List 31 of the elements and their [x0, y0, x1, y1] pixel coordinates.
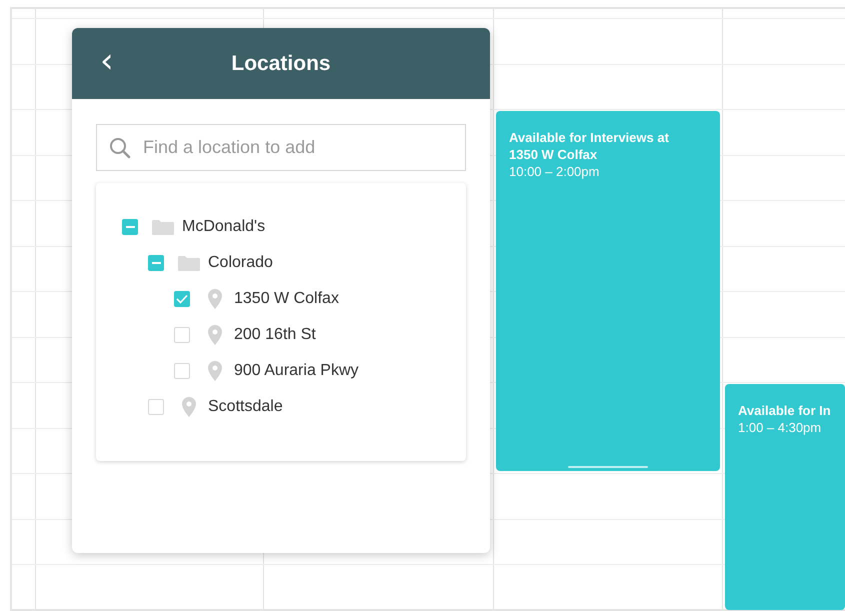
- search-icon: [109, 136, 131, 158]
- checkbox[interactable]: [122, 219, 138, 235]
- event-time: 10:00 – 2:00pm: [509, 163, 600, 180]
- checkbox[interactable]: [174, 363, 190, 379]
- minus-icon: [152, 262, 160, 264]
- tree-item-label[interactable]: 1350 W Colfax: [234, 290, 339, 308]
- resize-handle[interactable]: [568, 466, 648, 468]
- checkbox[interactable]: [148, 255, 164, 271]
- tree-item-label[interactable]: 200 16th St: [234, 326, 316, 344]
- folder-icon: [178, 255, 200, 271]
- map-pin-icon: [208, 289, 222, 309]
- panel-title: Locations: [231, 52, 331, 76]
- map-pin-icon: [182, 397, 196, 417]
- check-icon: [176, 294, 188, 304]
- back-button[interactable]: ‹: [96, 46, 118, 76]
- checkbox[interactable]: [174, 291, 190, 307]
- minus-icon: [126, 226, 134, 228]
- search-input[interactable]: Find a location to add: [143, 137, 453, 158]
- map-pin-icon: [208, 361, 222, 381]
- tree-item-label[interactable]: McDonald's: [182, 218, 266, 236]
- checkbox[interactable]: [148, 399, 164, 415]
- event-time: 1:00 – 4:30pm: [738, 419, 822, 436]
- checkbox[interactable]: [174, 327, 190, 343]
- folder-icon: [152, 219, 174, 235]
- event-title: Available for In: [738, 402, 832, 419]
- event-title: Available for Interviews at 1350 W Colfax: [509, 129, 670, 163]
- search-field[interactable]: Find a location to add: [96, 124, 466, 171]
- map-pin-icon: [208, 325, 222, 345]
- tree-item-label[interactable]: 900 Auraria Pkwy: [234, 362, 359, 380]
- tree-item-label[interactable]: Colorado: [208, 254, 273, 272]
- tree-item-label[interactable]: Scottsdale: [208, 398, 283, 416]
